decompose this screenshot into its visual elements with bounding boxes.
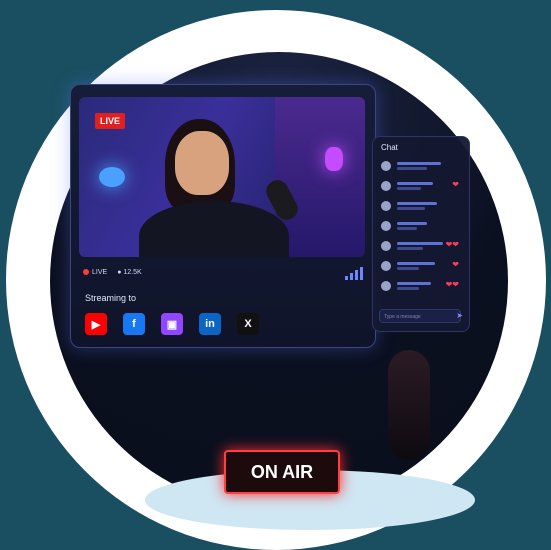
chat-input[interactable]: Type a message bbox=[379, 309, 461, 323]
stream-status: LIVE ● 12.5K bbox=[83, 269, 142, 276]
on-air-sign: ON AIR bbox=[224, 450, 340, 494]
streaming-title: Streaming to bbox=[85, 293, 137, 303]
chat-panel: Chat ❤ ❤❤ ❤ ❤❤ Type a message ➤ bbox=[372, 136, 470, 332]
chat-message: ❤❤ bbox=[381, 280, 465, 295]
live-status: LIVE bbox=[83, 269, 107, 276]
twitch-icon[interactable]: ▣ bbox=[161, 313, 183, 335]
chat-message: ❤ bbox=[381, 260, 465, 275]
heart-icon: ❤❤ bbox=[445, 240, 459, 249]
heart-icon: ❤ bbox=[452, 260, 459, 269]
streaming-panel: Streaming to ▶ f ▣ in X bbox=[79, 291, 365, 343]
chat-message bbox=[381, 201, 465, 215]
purple-lamp bbox=[325, 147, 343, 171]
viewer-count: ● 12.5K bbox=[117, 269, 142, 276]
live-badge: LIVE bbox=[95, 113, 126, 129]
signal-strength-icon bbox=[345, 267, 363, 280]
live-dot-icon bbox=[83, 269, 89, 276]
person-face bbox=[175, 131, 229, 195]
avatar bbox=[381, 201, 391, 211]
platform-list: ▶ f ▣ in X bbox=[85, 313, 259, 335]
chat-message: ❤❤ bbox=[381, 240, 465, 255]
heart-icon: ❤ bbox=[452, 180, 459, 189]
facebook-icon[interactable]: f bbox=[123, 313, 145, 335]
avatar bbox=[381, 181, 391, 191]
stream-monitor: LIVE LIVE ● 12.5K Streaming to ▶ f ▣ in X bbox=[70, 84, 376, 348]
avatar bbox=[381, 161, 391, 171]
x-icon[interactable]: X bbox=[237, 313, 259, 335]
avatar bbox=[381, 281, 391, 291]
user-icon: ● bbox=[117, 269, 122, 276]
person-body bbox=[139, 201, 289, 257]
heart-icon: ❤❤ bbox=[445, 280, 459, 289]
send-icon[interactable]: ➤ bbox=[456, 311, 463, 320]
chat-title: Chat bbox=[381, 143, 398, 152]
avatar bbox=[381, 221, 391, 231]
chat-message bbox=[381, 161, 465, 175]
youtube-icon[interactable]: ▶ bbox=[85, 313, 107, 335]
avatar bbox=[381, 261, 391, 271]
studio-microphone bbox=[388, 350, 430, 460]
chat-message: ❤ bbox=[381, 180, 465, 195]
blue-lamp bbox=[99, 167, 125, 187]
video-preview[interactable]: LIVE bbox=[79, 97, 365, 257]
linkedin-icon[interactable]: in bbox=[199, 313, 221, 335]
avatar bbox=[381, 241, 391, 251]
chat-message bbox=[381, 221, 465, 235]
